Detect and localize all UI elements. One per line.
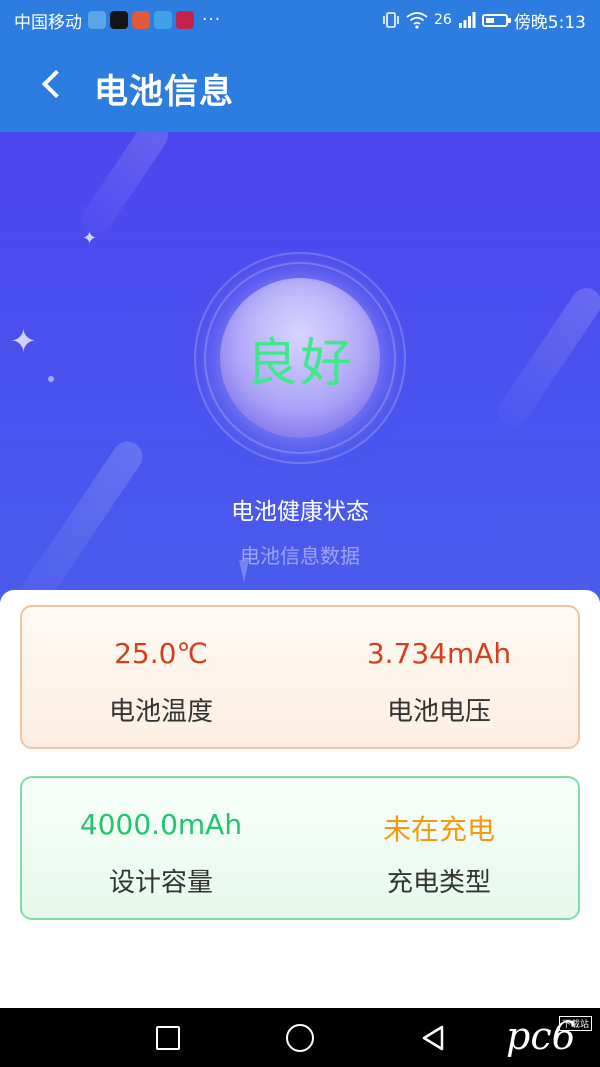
sparkle-icon: ✦ (82, 228, 98, 249)
clock-time: 傍晚5:13 (513, 12, 586, 33)
watermark-logo: pc6 下载站 (506, 1012, 592, 1064)
health-status-value: 良好 (245, 333, 354, 394)
tiktok-app-icon (110, 11, 128, 29)
carrier-name: 中国移动 (14, 12, 82, 33)
decorative-streak (492, 282, 600, 432)
battery-data-label: 电池信息数据 (240, 544, 360, 568)
sparkle-icon: ✦ (10, 322, 37, 360)
temperature-value: 25.0℃ (114, 637, 208, 670)
health-status-orb: 良好 (220, 278, 380, 438)
design-capacity-cell: 4000.0mAh 设计容量 (22, 778, 300, 918)
status-bar-right: 26 傍晚5:13 (382, 0, 586, 40)
square-icon (156, 1026, 180, 1050)
battery-health-hero: ✦ ✦ 良好 电池健康状态 电池信息数据 (0, 132, 600, 602)
triangle-back-icon (422, 1025, 444, 1051)
vibrate-icon (383, 12, 399, 28)
temperature-label: 电池温度 (108, 697, 213, 727)
weather-app-icon (154, 11, 172, 29)
notice-app-icon (176, 11, 194, 29)
voltage-label: 电池电压 (386, 697, 491, 727)
battery-info-panel: 25.0℃ 电池温度 3.734mAh 电池电压 4000.0mAh 设计容量 … (0, 590, 600, 1008)
charging-type-value: 未在充电 (382, 813, 495, 846)
health-status-label: 电池健康状态 (231, 499, 369, 525)
system-nav-bar: pc6 下载站 (0, 1008, 600, 1067)
wifi-icon (406, 12, 428, 29)
design-capacity-value: 4000.0mAh (79, 808, 243, 841)
status-bar: 中国移动 ··· 26 傍晚5:13 (0, 0, 600, 40)
circle-icon (286, 1024, 314, 1052)
home-button[interactable] (284, 1022, 316, 1054)
page-title: 电池信息 (94, 72, 234, 112)
charging-type-label: 充电类型 (386, 868, 491, 898)
decorative-dot (48, 376, 54, 382)
battery-fill (485, 17, 494, 23)
nav-back-button[interactable] (418, 1022, 450, 1054)
more-notifications-icon: ··· (202, 10, 222, 30)
chevron-left-icon (41, 69, 71, 99)
design-capacity-label: 设计容量 (108, 868, 213, 898)
capacity-charging-card: 4000.0mAh 设计容量 未在充电 充电类型 (20, 776, 580, 920)
watermark-subtext: 下载站 (558, 1016, 592, 1031)
voltage-cell: 3.734mAh 电池电压 (300, 607, 578, 747)
signal-icon (458, 12, 476, 28)
network-type-label: 26 (433, 12, 452, 28)
app-header: 电池信息 (0, 40, 600, 132)
back-button[interactable] (30, 62, 74, 106)
status-bar-left: 中国移动 ··· (14, 0, 221, 40)
temperature-voltage-card: 25.0℃ 电池温度 3.734mAh 电池电压 (20, 605, 580, 749)
battery-icon (481, 13, 511, 27)
browser-app-icon (88, 11, 106, 29)
voltage-value: 3.734mAh (366, 637, 512, 670)
video-app-icon (132, 11, 150, 29)
temperature-cell: 25.0℃ 电池温度 (22, 607, 300, 747)
decorative-streak (76, 132, 174, 240)
decorative-pointer (239, 560, 249, 582)
recents-button[interactable] (152, 1022, 184, 1054)
charging-type-cell: 未在充电 充电类型 (300, 778, 578, 918)
